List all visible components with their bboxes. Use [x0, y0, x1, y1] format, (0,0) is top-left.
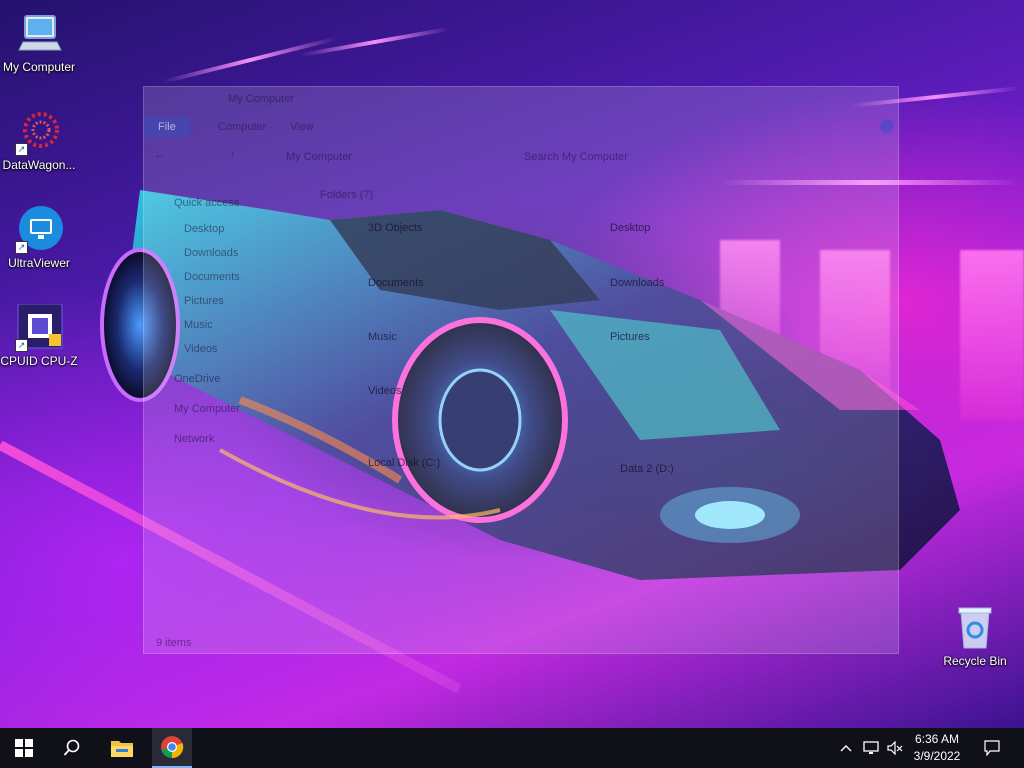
- folder-item[interactable]: Desktop: [610, 222, 650, 234]
- desktop-icon-cpuz[interactable]: ↗ CPUID CPU-Z: [0, 303, 78, 368]
- drive-item[interactable]: Local Disk (C:): [368, 457, 440, 469]
- clock-time: 6:36 AM: [914, 732, 960, 746]
- nav-item[interactable]: My Computer: [174, 403, 240, 415]
- nav-item[interactable]: Network: [174, 433, 214, 445]
- tab-computer[interactable]: Computer: [204, 117, 280, 137]
- folder-item[interactable]: 3D Objects: [368, 222, 422, 234]
- tab-view[interactable]: View: [276, 117, 328, 137]
- chrome-icon: [161, 736, 184, 759]
- status-bar: 9 items: [156, 637, 192, 649]
- folder-item[interactable]: Documents: [368, 277, 424, 289]
- nav-item[interactable]: OneDrive: [174, 373, 220, 385]
- nav-item[interactable]: Desktop: [184, 223, 224, 235]
- nav-item[interactable]: Music: [184, 319, 213, 331]
- taskbar-chrome[interactable]: [152, 728, 192, 768]
- folder-item[interactable]: Pictures: [610, 331, 650, 343]
- address-bar[interactable]: My Computer: [286, 151, 352, 163]
- desktop-wallpaper: My Computer ↗ DataWagon... ↗ UltraViewer: [0, 0, 1024, 728]
- drive-item[interactable]: Data 2 (D:): [620, 463, 674, 475]
- action-center-icon: [984, 740, 1000, 756]
- desktop-icon-ultraviewer[interactable]: ↗ UltraViewer: [0, 206, 78, 270]
- windows-logo-icon: [15, 739, 33, 757]
- nav-item[interactable]: Pictures: [184, 295, 224, 307]
- shortcut-arrow-icon: ↗: [15, 143, 28, 156]
- desktop-icon-my-computer[interactable]: My Computer: [0, 10, 78, 74]
- shortcut-arrow-icon: ↗: [15, 241, 28, 254]
- cpuz-icon: ↗: [15, 303, 63, 352]
- ultraviewer-icon: ↗: [15, 206, 63, 254]
- desktop-icon-label: CPUID CPU-Z: [0, 354, 78, 368]
- taskbar: 6:36 AM 3/9/2022: [0, 728, 1024, 768]
- start-button[interactable]: [0, 728, 48, 768]
- computer-icon: [15, 10, 63, 58]
- nav-item[interactable]: Downloads: [184, 247, 238, 259]
- file-explorer-window[interactable]: My Computer File Computer View ← ↑ My Co…: [143, 86, 899, 654]
- nav-item[interactable]: Documents: [184, 271, 240, 283]
- file-explorer-icon: [111, 741, 133, 757]
- system-clock[interactable]: 6:36 AM 3/9/2022: [906, 731, 968, 765]
- up-arrow-icon[interactable]: ↑: [230, 149, 236, 161]
- volume-muted-icon: [887, 741, 903, 755]
- desktop-icon-recycle-bin[interactable]: Recycle Bin: [936, 604, 1014, 668]
- action-center-button[interactable]: [978, 728, 1006, 768]
- folder-item[interactable]: Downloads: [610, 277, 664, 289]
- desktop-icon-label: UltraViewer: [8, 256, 70, 270]
- taskbar-file-explorer[interactable]: [98, 728, 146, 768]
- search-button[interactable]: [48, 728, 96, 768]
- window-title: My Computer: [228, 93, 295, 105]
- clock-date: 3/9/2022: [913, 749, 961, 763]
- volume-button[interactable]: [884, 728, 906, 768]
- tab-file[interactable]: File: [144, 117, 190, 137]
- chevron-up-icon: [840, 745, 852, 752]
- light-streak: [162, 36, 338, 84]
- help-icon[interactable]: [880, 119, 894, 133]
- search-icon: [63, 739, 80, 756]
- nav-item[interactable]: Videos: [184, 343, 217, 355]
- section-header: Folders (7): [320, 189, 374, 201]
- desktop-icon-label: Recycle Bin: [943, 654, 1007, 668]
- back-arrow-icon[interactable]: ←: [154, 149, 165, 161]
- desktop-icon-label: My Computer: [2, 60, 76, 74]
- network-button[interactable]: [860, 728, 882, 768]
- desktop-icon-datawagon[interactable]: ↗ DataWagon...: [0, 108, 78, 172]
- folder-item[interactable]: Videos: [368, 385, 401, 397]
- recycle-bin-icon: [951, 604, 999, 652]
- shortcut-arrow-icon: ↗: [15, 339, 28, 352]
- folder-item[interactable]: Music: [368, 331, 397, 343]
- search-box[interactable]: Search My Computer: [524, 151, 628, 163]
- datawagon-icon: ↗: [15, 108, 63, 156]
- network-icon: [863, 741, 879, 754]
- desktop-icon-label: DataWagon...: [2, 158, 76, 172]
- nav-item[interactable]: Quick access: [174, 197, 239, 209]
- show-hidden-icons-button[interactable]: [836, 728, 856, 768]
